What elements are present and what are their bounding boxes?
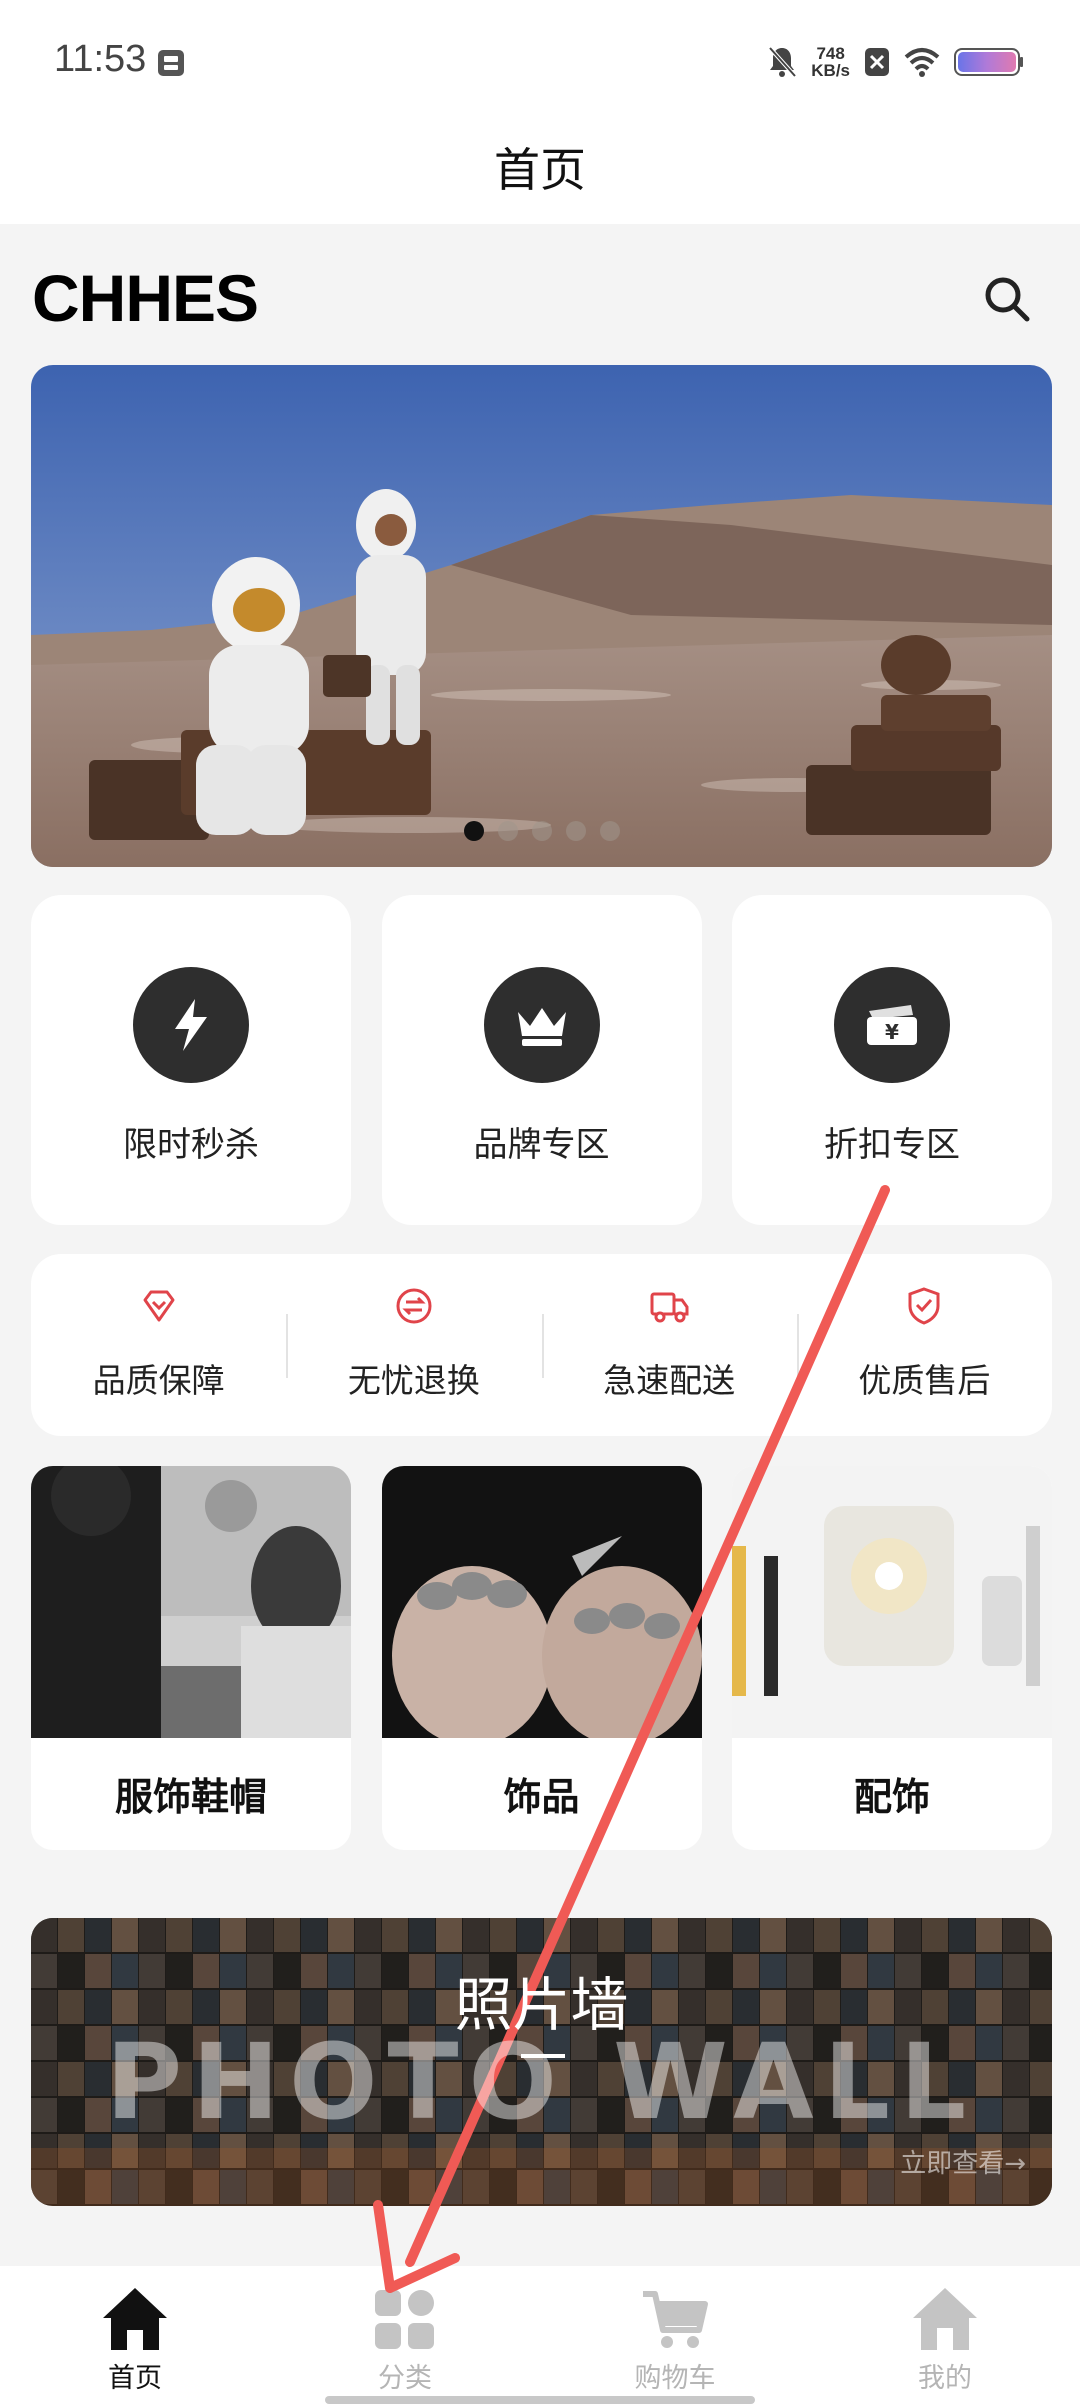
banner-image bbox=[31, 365, 1052, 867]
profile-home-icon bbox=[913, 2288, 977, 2350]
category-cards: 服饰鞋帽 饰品 配饰 bbox=[31, 1466, 1052, 1850]
photo-wall-title: 照片墙 bbox=[454, 1971, 629, 2039]
category-accessories[interactable]: 配饰 bbox=[732, 1466, 1052, 1850]
tile-brand-zone[interactable]: 品牌专区 bbox=[381, 895, 702, 1225]
guarantee-aftersales: 优质售后 bbox=[796, 1254, 1052, 1436]
feature-tiles: 限时秒杀 品牌专区 ¥ 折扣专区 bbox=[31, 895, 1052, 1225]
photo-wall-underline bbox=[521, 2054, 565, 2058]
home-icon bbox=[103, 2288, 167, 2350]
guarantee-label: 优质售后 bbox=[858, 1361, 991, 1400]
status-bar: 11:53 748 KB/s bbox=[0, 0, 1080, 120]
guarantee-label: 品质保障 bbox=[92, 1361, 225, 1400]
tile-icon-badge: ¥ bbox=[834, 967, 950, 1083]
category-label: 饰品 bbox=[503, 1775, 580, 1819]
category-image-accessories bbox=[732, 1466, 1052, 1738]
crown-icon bbox=[517, 1008, 566, 1046]
diamond-heart-icon bbox=[143, 1290, 175, 1322]
tab-profile[interactable]: 我的 bbox=[810, 2266, 1080, 2408]
category-grid-icon bbox=[375, 2290, 434, 2349]
tile-flash-sale[interactable]: 限时秒杀 bbox=[31, 895, 351, 1225]
tab-home[interactable]: 首页 bbox=[0, 2266, 270, 2408]
guarantee-returns: 无忧退换 bbox=[286, 1254, 541, 1436]
category-image-jewelry bbox=[381, 1466, 702, 1738]
guarantee-quality: 品质保障 bbox=[31, 1254, 286, 1436]
tile-icon-badge bbox=[483, 967, 600, 1083]
category-apparel[interactable]: 服饰鞋帽 bbox=[31, 1466, 351, 1850]
title-bar: 首页 bbox=[0, 120, 1080, 224]
cart-icon bbox=[643, 2291, 708, 2348]
banner-dot[interactable] bbox=[599, 821, 620, 841]
banner-dot[interactable] bbox=[531, 821, 552, 841]
tile-discount-zone[interactable]: ¥ 折扣专区 bbox=[732, 895, 1052, 1225]
guarantee-label: 急速配送 bbox=[603, 1361, 736, 1400]
battery-icon bbox=[954, 48, 1023, 76]
category-label: 服饰鞋帽 bbox=[114, 1775, 267, 1819]
bottom-tab-bar: 首页 分类 购物车 我的 bbox=[0, 2266, 1080, 2408]
tab-label: 我的 bbox=[918, 2363, 972, 2394]
tile-icon-badge bbox=[133, 967, 249, 1083]
home-indicator bbox=[325, 2396, 755, 2404]
tab-category[interactable]: 分类 bbox=[270, 2266, 540, 2408]
tab-label: 首页 bbox=[108, 2363, 162, 2394]
tile-label: 限时秒杀 bbox=[123, 1125, 259, 1165]
net-speed: 748 KB/s bbox=[811, 45, 850, 79]
yen-ticket-icon: ¥ bbox=[867, 1005, 917, 1045]
status-time: 11:53 bbox=[54, 38, 147, 80]
net-speed-value: 748 bbox=[816, 44, 845, 63]
svg-text:¥: ¥ bbox=[885, 1020, 899, 1044]
tab-label: 购物车 bbox=[634, 2363, 716, 2394]
banner-dot[interactable] bbox=[463, 821, 484, 841]
service-guarantees: 品质保障 无忧退换 急速配送 优质售后 bbox=[31, 1254, 1052, 1436]
view-now-link[interactable]: 立即查看→ bbox=[900, 2143, 1026, 2180]
no-sim-icon bbox=[865, 48, 889, 76]
tab-label: 分类 bbox=[378, 2363, 432, 2394]
net-speed-unit: KB/s bbox=[811, 61, 850, 80]
exchange-icon bbox=[396, 1288, 432, 1324]
search-icon[interactable] bbox=[978, 270, 1038, 330]
category-image-apparel bbox=[31, 1466, 351, 1738]
delivery-truck-icon bbox=[650, 1292, 689, 1323]
photo-wall-banner[interactable]: PHOTO WALL 照片墙 立即查看→ bbox=[31, 1918, 1052, 2206]
lightning-icon bbox=[175, 999, 207, 1051]
guarantee-delivery: 急速配送 bbox=[541, 1254, 797, 1436]
hero-banner[interactable] bbox=[31, 365, 1052, 867]
brand-bar: CHHES bbox=[0, 224, 1080, 364]
tile-label: 品牌专区 bbox=[473, 1125, 610, 1165]
guarantee-label: 无忧退换 bbox=[347, 1361, 480, 1400]
banner-dot[interactable] bbox=[497, 821, 518, 841]
shield-check-icon bbox=[908, 1287, 940, 1325]
category-jewelry[interactable]: 饰品 bbox=[381, 1466, 702, 1850]
brand-logo: CHHES bbox=[32, 261, 259, 335]
sim-card-icon bbox=[158, 50, 184, 76]
category-label: 配饰 bbox=[853, 1775, 930, 1819]
banner-dot[interactable] bbox=[565, 821, 586, 841]
bell-muted-icon bbox=[768, 46, 797, 78]
banner-pagination bbox=[31, 821, 1052, 841]
tile-label: 折扣专区 bbox=[824, 1125, 960, 1165]
status-icons: 748 KB/s bbox=[767, 40, 1024, 84]
wifi-icon bbox=[904, 48, 940, 77]
page-title: 首页 bbox=[494, 143, 586, 197]
tab-cart[interactable]: 购物车 bbox=[540, 2266, 810, 2408]
